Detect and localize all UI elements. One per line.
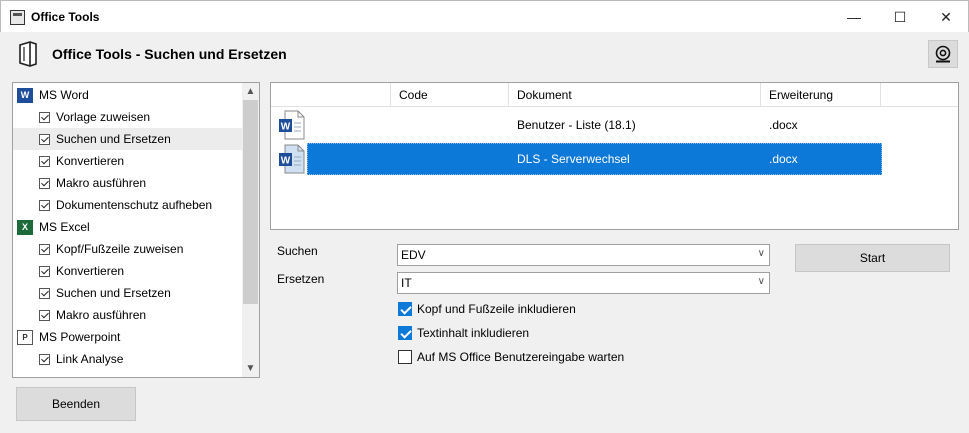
checkbox-icon[interactable] [39, 265, 50, 277]
office-logo-icon [19, 41, 37, 67]
option-wait-for-input[interactable]: Auf MS Office Benutzereingabe warten [398, 350, 624, 364]
word-document-icon: W [279, 144, 305, 174]
option-label: Textinhalt inkludieren [417, 326, 530, 340]
tree-item-label: Konvertieren [56, 154, 125, 168]
checkbox-icon[interactable] [39, 243, 50, 255]
window-title: Office Tools [31, 10, 100, 24]
table-row[interactable]: W Benutzer - Liste (18.1) .docx [271, 108, 958, 142]
quit-button[interactable]: Beenden [16, 387, 136, 421]
function-tree[interactable]: W MS Word Vorlage zuweisen Suchen und Erset… [12, 82, 260, 378]
tree-list: W MS Word Vorlage zuweisen Suchen und Erset… [13, 84, 243, 370]
cell-extension: .docx [769, 152, 798, 166]
option-label: Kopf und Fußzeile inkludieren [417, 302, 576, 316]
checkbox-icon[interactable] [39, 353, 50, 365]
checkbox-icon[interactable] [39, 309, 50, 321]
cell-code [391, 108, 399, 142]
tree-group-label: MS Powerpoint [39, 330, 121, 344]
app-icon [10, 10, 25, 25]
cell-document: DLS - Serverwechsel [517, 152, 630, 166]
close-button[interactable]: ✕ [923, 1, 969, 33]
tree-scrollbar[interactable]: ▲ ▼ [242, 83, 259, 377]
table-row[interactable]: W DLS - Serverwechsel .docx [271, 142, 958, 176]
option-text-content[interactable]: Textinhalt inkludieren [398, 326, 529, 340]
start-button[interactable]: Start [795, 244, 950, 272]
lifebuoy-icon [935, 45, 951, 63]
tree-item[interactable]: Suchen und Ersetzen [13, 282, 243, 304]
page-title: Office Tools - Suchen und Ersetzen [52, 46, 287, 62]
help-button[interactable] [928, 40, 958, 68]
replace-label: Ersetzen [277, 272, 325, 286]
tree-item[interactable]: Makro ausführen [13, 304, 243, 326]
checkbox[interactable] [398, 350, 412, 364]
tree-item-label: Makro ausführen [56, 308, 147, 322]
svg-text:W: W [281, 156, 291, 167]
search-label: Suchen [277, 244, 318, 258]
tree-item[interactable]: Konvertieren [13, 150, 243, 172]
scroll-up-icon[interactable]: ▲ [242, 83, 259, 100]
replace-combobox[interactable]: IT ∨ [397, 272, 770, 294]
tree-item-label: Konvertieren [56, 264, 125, 278]
tree-item-label: Suchen und Ersetzen [56, 132, 171, 146]
minimize-button[interactable]: — [831, 1, 877, 33]
cell-extension: .docx [769, 118, 798, 132]
column-header-code[interactable]: Code [391, 83, 509, 107]
checkbox-icon[interactable] [39, 177, 50, 189]
chevron-down-icon[interactable]: ∨ [758, 248, 765, 259]
tree-item[interactable]: Dokumentenschutz aufheben [13, 194, 243, 216]
checkbox-icon[interactable] [39, 199, 50, 211]
word-document-icon: W [279, 110, 305, 140]
replace-value: IT [401, 276, 412, 290]
tree-item[interactable]: Kopf/Fußzeile zuweisen [13, 238, 243, 260]
grid-header: Code Dokument Erweiterung [271, 83, 958, 107]
grid-header-icon-col [271, 83, 391, 107]
scroll-thumb[interactable] [243, 100, 258, 304]
search-combobox[interactable]: EDV ∨ [397, 244, 770, 266]
svg-text:W: W [281, 122, 291, 133]
excel-icon: X [17, 219, 33, 235]
cell-document: Benutzer - Liste (18.1) [517, 118, 636, 132]
tree-group[interactable]: X MS Excel [13, 216, 243, 238]
option-header-footer[interactable]: Kopf und Fußzeile inkludieren [398, 302, 576, 316]
column-header-dokument[interactable]: Dokument [509, 83, 761, 107]
powerpoint-icon: P [17, 329, 33, 345]
tree-group-label: MS Word [39, 88, 89, 102]
tree-item[interactable]: Suchen und Ersetzen [13, 128, 243, 150]
checkbox[interactable] [398, 302, 412, 316]
tree-item-label: Suchen und Ersetzen [56, 286, 171, 300]
tree-group[interactable]: P MS Powerpoint [13, 326, 243, 348]
tree-item-label: Dokumentenschutz aufheben [56, 198, 213, 212]
scroll-down-icon[interactable]: ▼ [242, 360, 259, 377]
column-header-erweiterung[interactable]: Erweiterung [761, 83, 881, 107]
search-value: EDV [401, 248, 426, 262]
tree-item[interactable]: Vorlage zuweisen [13, 106, 243, 128]
checkbox-icon[interactable] [39, 287, 50, 299]
cell-code [391, 142, 399, 176]
tree-group-label: MS Excel [39, 220, 90, 234]
maximize-button[interactable]: ☐ [877, 1, 923, 33]
checkbox-icon[interactable] [39, 133, 50, 145]
checkbox-icon[interactable] [39, 155, 50, 167]
chevron-down-icon[interactable]: ∨ [758, 276, 765, 287]
tree-item-label: Vorlage zuweisen [56, 110, 151, 124]
tree-item-label: Makro ausführen [56, 176, 147, 190]
title-bar: Office Tools — ☐ ✕ [0, 0, 969, 32]
tree-item[interactable]: Makro ausführen [13, 172, 243, 194]
tree-item-label: Kopf/Fußzeile zuweisen [56, 242, 184, 256]
tree-item-label: Link Analyse [56, 352, 124, 366]
tree-item[interactable]: Konvertieren [13, 260, 243, 282]
option-label: Auf MS Office Benutzereingabe warten [417, 350, 625, 364]
word-icon: W [17, 87, 33, 103]
document-grid[interactable]: Code Dokument Erweiterung W Benutzer - Li… [270, 82, 959, 230]
checkbox[interactable] [398, 326, 412, 340]
checkbox-icon[interactable] [39, 111, 50, 123]
tree-item[interactable]: Link Analyse [13, 348, 243, 370]
tree-group[interactable]: W MS Word [13, 84, 243, 106]
